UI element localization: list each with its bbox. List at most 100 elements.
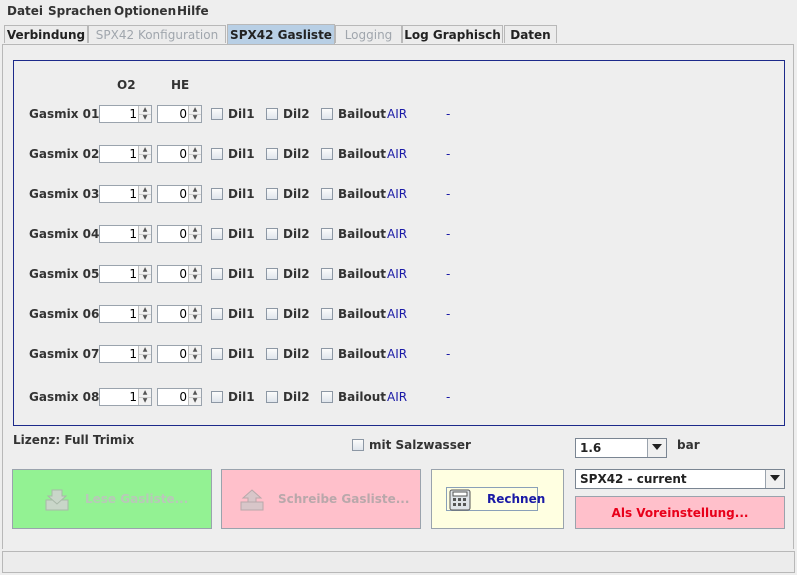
menu-hilfe[interactable]: Hilfe xyxy=(177,4,209,18)
dil2-checkbox[interactable] xyxy=(266,348,278,360)
spinner-down-icon[interactable]: ▼ xyxy=(189,114,201,122)
dil1-checkbox[interactable] xyxy=(211,108,223,120)
dil2-checkbox[interactable] xyxy=(266,148,278,160)
bailout-checkbox[interactable] xyxy=(321,188,333,200)
spinner-down-icon[interactable]: ▼ xyxy=(189,314,201,322)
salzwasser-checkbox[interactable] xyxy=(352,439,364,451)
gas-name: AIR xyxy=(387,187,408,201)
dil2-checkbox[interactable] xyxy=(266,108,278,120)
gasmix-label: Gasmix 01 xyxy=(29,107,100,121)
dil1-checkbox[interactable] xyxy=(211,268,223,280)
he-spinner[interactable]: 0 ▲ ▼ xyxy=(157,225,202,243)
dil2-checkbox[interactable] xyxy=(266,268,278,280)
gas-name: AIR xyxy=(387,267,408,281)
device-select[interactable]: SPX42 - current xyxy=(575,469,785,489)
o2-spinner[interactable]: 1 ▲ ▼ xyxy=(99,388,152,406)
lese-gasliste-button[interactable]: Lese Gasliste... xyxy=(12,469,212,529)
tab-spx42-gasliste[interactable]: SPX42 Gasliste xyxy=(227,24,335,44)
spinner-down-icon[interactable]: ▼ xyxy=(139,154,151,162)
dil1-checkbox[interactable] xyxy=(211,308,223,320)
spinner-down-icon[interactable]: ▼ xyxy=(189,354,201,362)
dil2-checkbox[interactable] xyxy=(266,308,278,320)
spinner-down-icon[interactable]: ▼ xyxy=(189,234,201,242)
tab-logging[interactable]: Logging xyxy=(335,25,402,43)
gas-info: - xyxy=(446,227,451,241)
bailout-checkbox[interactable] xyxy=(321,308,333,320)
spinner-down-icon[interactable]: ▼ xyxy=(139,397,151,405)
menu-optionen[interactable]: Optionen xyxy=(114,4,176,18)
o2-spinner[interactable]: 1 ▲ ▼ xyxy=(99,225,152,243)
he-value: 0 xyxy=(179,347,187,361)
dil1-checkbox[interactable] xyxy=(211,228,223,240)
he-spinner[interactable]: 0 ▲ ▼ xyxy=(157,145,202,163)
tab-verbindung[interactable]: Verbindung xyxy=(4,25,88,43)
gas-name: AIR xyxy=(387,147,408,161)
spinner-down-icon[interactable]: ▼ xyxy=(139,354,151,362)
o2-value: 1 xyxy=(129,187,137,201)
dil2-checkbox[interactable] xyxy=(266,188,278,200)
tab-spx42-konfiguration[interactable]: SPX42 Konfiguration xyxy=(88,25,226,43)
spinner-down-icon[interactable]: ▼ xyxy=(139,314,151,322)
dil1-label: Dil1 xyxy=(228,107,255,121)
rechnen-button[interactable]: Rechnen xyxy=(431,469,564,529)
bailout-checkbox[interactable] xyxy=(321,108,333,120)
spinner-arrows: ▲ ▼ xyxy=(138,106,151,122)
dil1-checkbox[interactable] xyxy=(211,188,223,200)
bailout-checkbox[interactable] xyxy=(321,148,333,160)
dil1-checkbox[interactable] xyxy=(211,148,223,160)
rechnen-label: Rechnen xyxy=(487,492,546,506)
spinner-down-icon[interactable]: ▼ xyxy=(189,194,201,202)
chevron-down-icon[interactable] xyxy=(765,470,784,488)
o2-spinner[interactable]: 1 ▲ ▼ xyxy=(99,345,152,363)
spinner-down-icon[interactable]: ▼ xyxy=(139,114,151,122)
unit-label: bar xyxy=(677,438,700,452)
spinner-down-icon[interactable]: ▼ xyxy=(139,234,151,242)
bailout-checkbox[interactable] xyxy=(321,228,333,240)
gas-info: - xyxy=(446,107,451,121)
o2-spinner[interactable]: 1 ▲ ▼ xyxy=(99,305,152,323)
he-spinner[interactable]: 0 ▲ ▼ xyxy=(157,388,202,406)
o2-value: 1 xyxy=(129,307,137,321)
dil1-label: Dil1 xyxy=(228,307,255,321)
tab-log-graphisch[interactable]: Log Graphisch xyxy=(402,25,503,43)
dil2-checkbox[interactable] xyxy=(266,228,278,240)
spinner-down-icon[interactable]: ▼ xyxy=(189,274,201,282)
dil1-checkbox[interactable] xyxy=(211,391,223,403)
bailout-checkbox[interactable] xyxy=(321,268,333,280)
dil1-checkbox[interactable] xyxy=(211,348,223,360)
gas-name: AIR xyxy=(387,390,408,404)
spinner-down-icon[interactable]: ▼ xyxy=(139,194,151,202)
tab-daten[interactable]: Daten xyxy=(504,25,557,43)
spinner-down-icon[interactable]: ▼ xyxy=(139,274,151,282)
menu-sprachen[interactable]: Sprachen xyxy=(48,4,112,18)
schreibe-gasliste-button[interactable]: Schreibe Gasliste... xyxy=(221,469,421,529)
he-spinner[interactable]: 0 ▲ ▼ xyxy=(157,105,202,123)
status-bar xyxy=(2,551,795,573)
spinner-arrows: ▲ ▼ xyxy=(188,306,201,322)
spinner-down-icon[interactable]: ▼ xyxy=(189,154,201,162)
download-tray-icon xyxy=(45,489,69,511)
chevron-down-icon[interactable] xyxy=(647,439,666,457)
column-header-he: HE xyxy=(171,78,190,92)
ppo2-select[interactable]: 1.6 xyxy=(575,438,667,458)
o2-spinner[interactable]: 1 ▲ ▼ xyxy=(99,145,152,163)
bailout-checkbox[interactable] xyxy=(321,348,333,360)
dil1-label: Dil1 xyxy=(228,390,255,404)
bailout-label: Bailout xyxy=(338,187,386,201)
o2-spinner[interactable]: 1 ▲ ▼ xyxy=(99,265,152,283)
dil2-checkbox[interactable] xyxy=(266,391,278,403)
he-spinner[interactable]: 0 ▲ ▼ xyxy=(157,305,202,323)
he-spinner[interactable]: 0 ▲ ▼ xyxy=(157,185,202,203)
o2-spinner[interactable]: 1 ▲ ▼ xyxy=(99,105,152,123)
o2-value: 1 xyxy=(129,107,137,121)
he-value: 0 xyxy=(179,107,187,121)
o2-spinner[interactable]: 1 ▲ ▼ xyxy=(99,185,152,203)
bailout-checkbox[interactable] xyxy=(321,391,333,403)
spinner-down-icon[interactable]: ▼ xyxy=(189,397,201,405)
he-spinner[interactable]: 0 ▲ ▼ xyxy=(157,345,202,363)
he-spinner[interactable]: 0 ▲ ▼ xyxy=(157,265,202,283)
als-voreinstellung-button[interactable]: Als Voreinstellung... xyxy=(575,496,785,529)
menu-datei[interactable]: Datei xyxy=(7,4,43,18)
o2-value: 1 xyxy=(129,390,137,404)
gas-info: - xyxy=(446,267,451,281)
